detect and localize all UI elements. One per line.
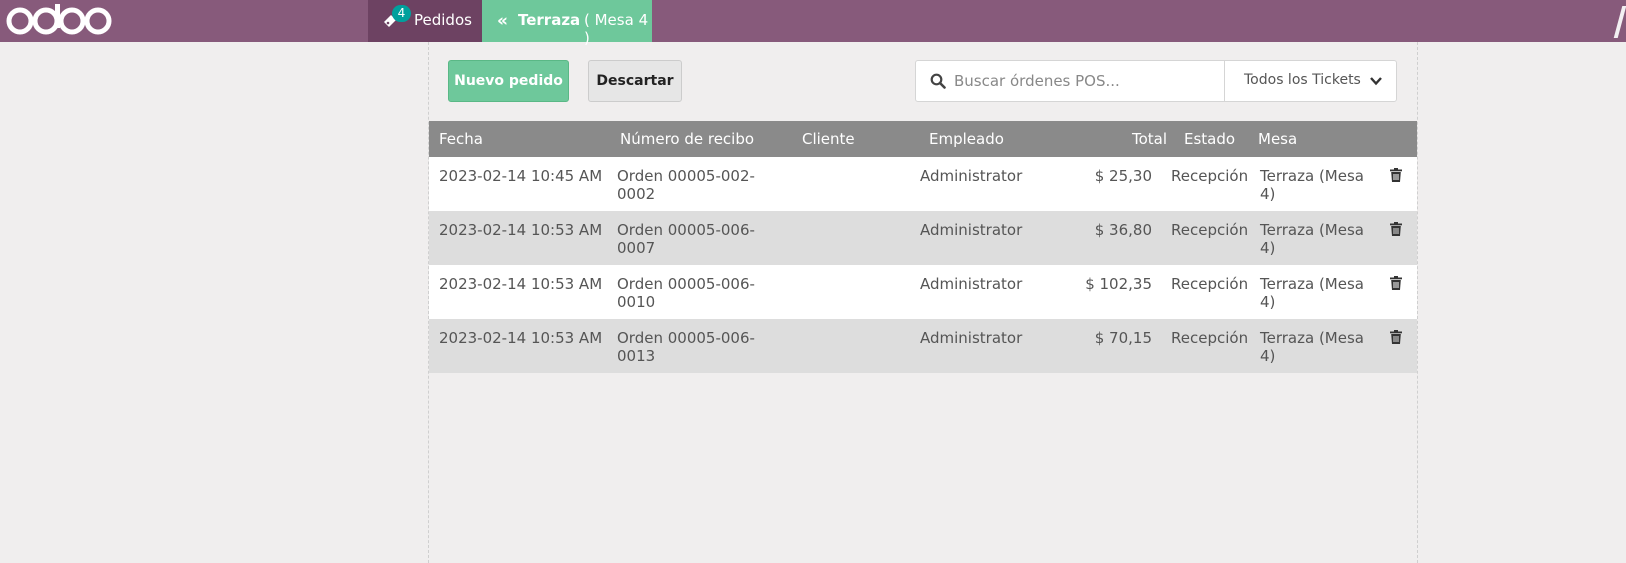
table-row[interactable]: 2023-02-14 10:53 AM Orden 00005-006- 0007… [429, 211, 1417, 265]
orders-table: Fecha Número de recibo Cliente Empleado … [429, 121, 1417, 373]
ticket-filter-value: Todos los Tickets [1244, 72, 1361, 88]
table-row[interactable]: 2023-02-14 10:53 AM Orden 00005-006- 0010… [429, 265, 1417, 319]
cell-table: Terraza (Mesa 4) [1260, 167, 1364, 203]
odoo-logo [6, 4, 112, 35]
tab-orders-label: Pedidos [414, 11, 472, 29]
cell-date: 2023-02-14 10:53 AM [439, 329, 603, 347]
cell-state: Recepción [1171, 221, 1249, 239]
table-header: Fecha Número de recibo Cliente Empleado … [429, 121, 1417, 157]
cell-date: 2023-02-14 10:53 AM [439, 221, 603, 239]
cell-total: $ 36,80 [1094, 221, 1152, 239]
cell-date: 2023-02-14 10:53 AM [439, 275, 603, 293]
cell-receipt: Orden 00005-002- 0002 [617, 167, 755, 203]
cell-table: Terraza (Mesa 4) [1260, 221, 1364, 257]
discard-button[interactable]: Descartar [588, 60, 682, 102]
trash-icon[interactable] [1390, 222, 1402, 236]
cell-table: Terraza (Mesa 4) [1260, 329, 1364, 365]
cell-state: Recepción [1171, 167, 1249, 185]
trash-icon[interactable] [1390, 330, 1402, 344]
orders-count-badge: 4 [392, 5, 411, 22]
cell-table: Terraza (Mesa 4) [1260, 275, 1364, 311]
search-input[interactable] [954, 69, 1214, 93]
search-icon [930, 73, 946, 89]
trash-icon[interactable] [1390, 168, 1402, 182]
search-bar: Todos los Tickets [915, 60, 1397, 102]
table-row[interactable]: 2023-02-14 10:45 AM Orden 00005-002- 0002… [429, 157, 1417, 211]
cell-total: $ 25,30 [1094, 167, 1152, 185]
ticket-filter-select[interactable]: Todos los Tickets [1225, 61, 1397, 101]
cell-employee: Administrator [920, 329, 1023, 347]
column-header-receipt: Número de recibo [620, 130, 755, 148]
cell-employee: Administrator [920, 221, 1023, 239]
menu-edge-icon[interactable] [1616, 0, 1626, 42]
cell-receipt: Orden 00005-006- 0007 [617, 221, 755, 257]
new-order-button[interactable]: Nuevo pedido [448, 60, 569, 102]
column-header-table: Mesa [1258, 130, 1298, 148]
column-header-customer: Cliente [802, 130, 855, 148]
chevron-down-icon [1370, 77, 1382, 86]
table-row[interactable]: 2023-02-14 10:53 AM Orden 00005-006- 0013… [429, 319, 1417, 373]
top-bar: 4 Pedidos « Terraza ( Mesa 4 ) [0, 0, 1626, 47]
cell-employee: Administrator [920, 167, 1023, 185]
tab-orders[interactable]: 4 Pedidos [368, 0, 482, 42]
cell-state: Recepción [1171, 275, 1249, 293]
cell-total: $ 70,15 [1094, 329, 1152, 347]
column-header-employee: Empleado [929, 130, 1004, 148]
tab-table-name: Terraza [518, 11, 581, 29]
cell-state: Recepción [1171, 329, 1249, 347]
double-chevron-left-icon: « [497, 11, 508, 31]
trash-icon[interactable] [1390, 276, 1402, 290]
cell-receipt: Orden 00005-006- 0010 [617, 275, 755, 311]
cell-employee: Administrator [920, 275, 1023, 293]
cell-date: 2023-02-14 10:45 AM [439, 167, 603, 185]
column-header-total: Total [1132, 130, 1168, 148]
column-header-state: Estado [1184, 130, 1236, 148]
cell-receipt: Orden 00005-006- 0013 [617, 329, 755, 365]
column-header-date: Fecha [439, 130, 483, 148]
cell-total: $ 102,35 [1085, 275, 1152, 293]
tab-current-table[interactable]: « Terraza ( Mesa 4 ) [482, 0, 652, 47]
